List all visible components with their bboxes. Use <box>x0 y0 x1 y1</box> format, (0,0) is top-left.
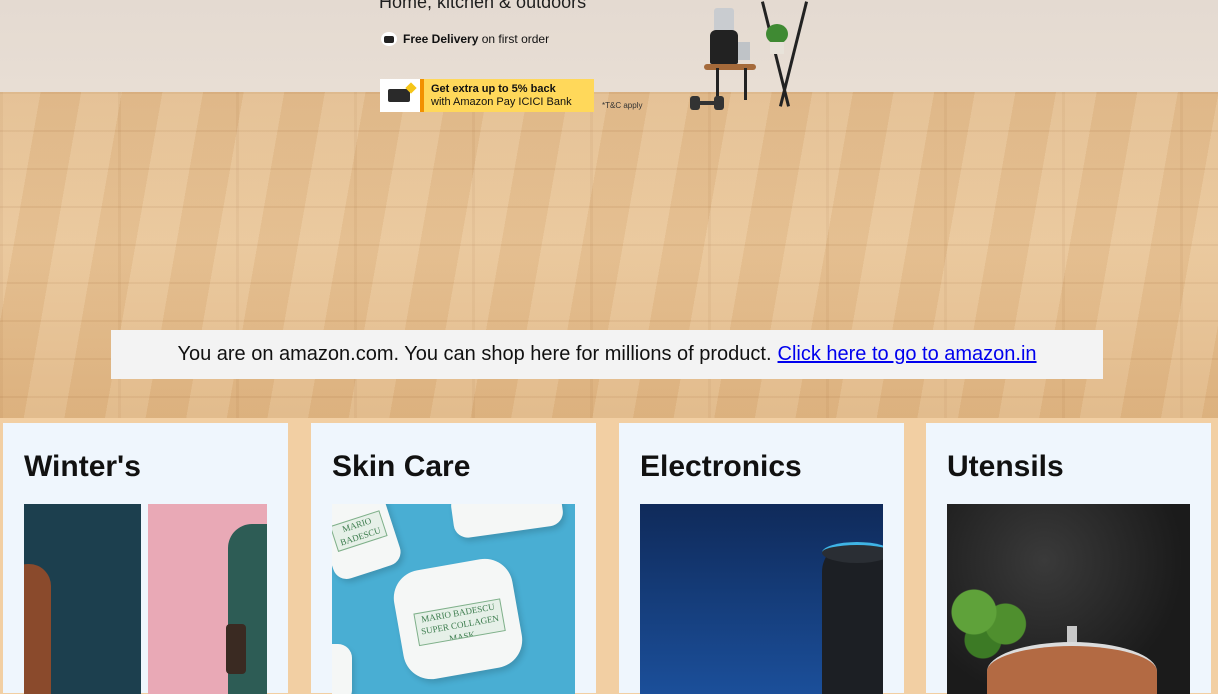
side-table-icon <box>704 64 756 70</box>
offer-line-1: Get extra up to 5% back <box>431 82 556 95</box>
skin-care-image[interactable]: MARIO BADESCU SUPER COLLAGEN MASK MARIO … <box>332 504 575 694</box>
card-title[interactable]: Utensils <box>947 450 1064 484</box>
free-delivery-line: Free Delivery on first order <box>381 32 549 46</box>
hero-subtitle: Home, kitchen & outdoors <box>379 0 587 12</box>
card-title[interactable]: Electronics <box>640 450 802 484</box>
category-card-winters[interactable]: Winter's <box>3 423 288 694</box>
category-card-utensils[interactable]: Utensils <box>926 423 1211 694</box>
first-order-text: on first order <box>481 32 550 46</box>
plant-icon <box>766 24 788 44</box>
free-delivery-label: Free Delivery <box>403 32 479 46</box>
appliances-image <box>686 0 816 122</box>
hero-wall <box>0 0 1218 92</box>
go-to-amazon-in-link[interactable]: Click here to go to amazon.in <box>778 343 1037 366</box>
card-title[interactable]: Skin Care <box>332 450 470 484</box>
offer-line-2: with Amazon Pay ICICI Bank <box>431 95 572 108</box>
winter-fashion-image[interactable] <box>24 504 267 694</box>
category-card-electronics[interactable]: Electronics <box>619 423 904 694</box>
pan-icon <box>987 642 1157 694</box>
cookware-image[interactable] <box>947 504 1190 694</box>
amazon-pay-offer-badge: Get extra up to 5% back with Amazon Pay … <box>380 79 594 112</box>
card-title[interactable]: Winter's <box>24 450 141 484</box>
notice-text: You are on amazon.com. You can shop here… <box>177 343 772 365</box>
category-card-skin-care[interactable]: Skin Care MARIO BADESCU SUPER COLLAGEN M… <box>311 423 596 694</box>
credit-card-icon <box>380 79 424 112</box>
smart-speaker-image[interactable] <box>640 504 883 694</box>
mixer-jar-icon <box>714 8 734 32</box>
terms-note: *T&C apply <box>602 101 643 110</box>
dumbbell-icon <box>690 96 724 110</box>
delivery-truck-icon <box>381 32 397 46</box>
smart-speaker-icon <box>822 542 883 694</box>
hero-banner[interactable]: Home, kitchen & outdoors Free Delivery o… <box>0 0 1218 418</box>
amazon-in-notice: You are on amazon.com. You can shop here… <box>111 330 1103 379</box>
mixer-grinder-icon <box>710 30 738 64</box>
